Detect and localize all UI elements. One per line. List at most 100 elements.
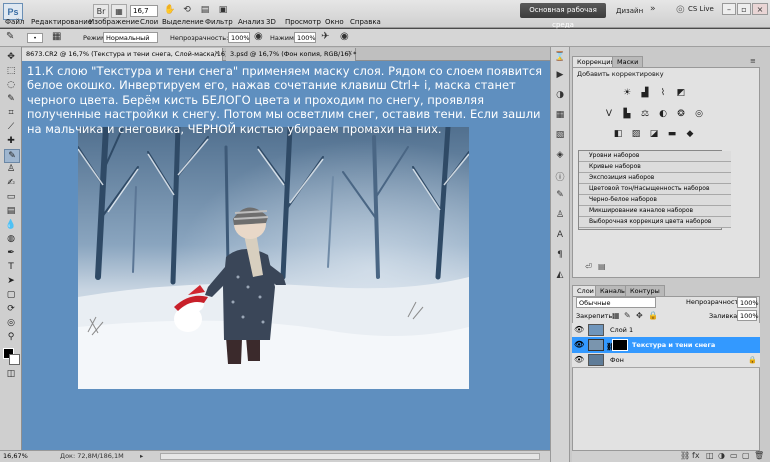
clone-source-panel-icon[interactable]: ♙ bbox=[553, 210, 567, 220]
eraser-tool-icon[interactable]: ▭ bbox=[4, 191, 18, 203]
navigator-panel-icon[interactable]: ◈ bbox=[553, 150, 567, 160]
preset-black-white[interactable]: Черно-белое наборов bbox=[579, 195, 731, 206]
layer-mask-thumbnail[interactable] bbox=[612, 339, 628, 351]
menu-select[interactable]: Выделение bbox=[162, 18, 204, 26]
blend-mode-select[interactable]: Обычные bbox=[576, 297, 656, 308]
airbrush-icon[interactable]: ✈ bbox=[321, 31, 329, 42]
close-tab-icon[interactable]: × bbox=[214, 49, 220, 57]
menu-edit[interactable]: Редактирование bbox=[31, 18, 92, 26]
brush-tool-preset-icon[interactable]: ✎ bbox=[6, 31, 14, 42]
history-panel-icon[interactable]: ⌛ bbox=[553, 50, 567, 64]
brush-size-picker[interactable]: • bbox=[27, 33, 43, 43]
lock-pixels-icon[interactable]: ✎ bbox=[624, 311, 631, 320]
cslive-button[interactable]: CS Live bbox=[688, 5, 714, 13]
horizontal-scrollbar[interactable] bbox=[160, 453, 540, 460]
tablet-pressure-icon[interactable]: ◉ bbox=[340, 31, 349, 42]
hue-saturation-icon[interactable]: ▙ bbox=[621, 108, 633, 120]
path-selection-tool-icon[interactable]: ➤ bbox=[4, 275, 18, 287]
crop-tool-icon[interactable]: ⌗ bbox=[4, 107, 18, 119]
info-panel-icon[interactable]: ⓘ bbox=[553, 170, 567, 183]
swatches-panel-icon[interactable]: ▦ bbox=[553, 110, 567, 120]
document-tab[interactable]: 3.psd @ 16,7% (Фон копия, RGB/16) * bbox=[226, 48, 356, 61]
screen-mode-icon[interactable]: ▣ bbox=[216, 4, 230, 17]
new-adjustment-layer-icon[interactable]: ◑ bbox=[718, 451, 725, 460]
vibrance-icon[interactable]: V bbox=[603, 108, 615, 120]
exposure-icon[interactable]: ◩ bbox=[675, 87, 687, 99]
new-group-icon[interactable]: ▭ bbox=[730, 451, 738, 460]
visibility-eye-icon[interactable]: 👁 bbox=[574, 323, 584, 337]
color-panel-icon[interactable]: ◑ bbox=[553, 90, 567, 100]
menu-layers[interactable]: Слои bbox=[140, 18, 158, 26]
layer-opacity-field[interactable]: 100% bbox=[737, 297, 759, 308]
brightness-contrast-icon[interactable]: ☀ bbox=[621, 87, 633, 99]
hand-icon[interactable]: ✋ bbox=[163, 4, 177, 17]
panel-menu-icon[interactable]: ≡ bbox=[750, 57, 756, 65]
link-layers-icon[interactable]: ⛓ bbox=[680, 451, 690, 460]
close-tab-icon[interactable]: × bbox=[347, 49, 353, 57]
new-layer-icon[interactable]: ▢ bbox=[742, 451, 750, 460]
document-tab-active[interactable]: 8673.CR2 @ 16,7% (Текстура и тени снега,… bbox=[22, 48, 233, 61]
bridge-icon[interactable]: Br bbox=[93, 4, 109, 18]
preset-exposure[interactable]: Экспозиция наборов bbox=[579, 173, 731, 184]
3d-panel-icon[interactable]: ◭ bbox=[553, 270, 567, 280]
menu-image[interactable]: Изображение bbox=[89, 18, 139, 26]
minimize-button[interactable]: – bbox=[722, 3, 736, 15]
preset-hue-saturation[interactable]: Цветовой тон/Насыщенность наборов bbox=[579, 184, 731, 195]
workspace-button[interactable]: Основная рабочая среда bbox=[520, 3, 606, 29]
zoom-tool-icon[interactable]: ⚲ bbox=[4, 331, 18, 343]
status-zoom[interactable]: 16,67% bbox=[3, 451, 28, 462]
character-panel-icon[interactable]: A bbox=[553, 230, 567, 240]
fill-field[interactable]: 100% bbox=[737, 310, 759, 321]
status-menu-arrow-icon[interactable]: ▸ bbox=[140, 451, 143, 462]
invert-icon[interactable]: ◧ bbox=[612, 128, 624, 140]
preset-levels[interactable]: Уровни наборов bbox=[579, 151, 731, 162]
zoom-level-select[interactable]: 16,7 bbox=[130, 5, 158, 17]
gradient-map-icon[interactable]: ▬ bbox=[666, 128, 678, 140]
layer-style-icon[interactable]: fx bbox=[692, 451, 700, 460]
restore-button[interactable]: ▫ bbox=[737, 3, 751, 15]
menu-view[interactable]: Просмотр bbox=[285, 18, 321, 26]
selective-color-icon[interactable]: ◆ bbox=[684, 128, 696, 140]
cslive-icon[interactable]: ◎ bbox=[676, 4, 685, 15]
actions-panel-icon[interactable]: ▶ bbox=[553, 70, 567, 80]
visibility-eye-icon[interactable]: 👁 bbox=[574, 337, 584, 353]
lasso-tool-icon[interactable]: ◌ bbox=[4, 79, 18, 91]
mode-select[interactable]: Нормальный bbox=[103, 32, 158, 43]
minibridge-icon[interactable]: ▦ bbox=[111, 4, 127, 18]
brush-panel-icon[interactable]: ✎ bbox=[553, 190, 567, 200]
preset-curves[interactable]: Кривые наборов bbox=[579, 162, 731, 173]
brush-panel-icon[interactable]: ▦ bbox=[52, 31, 61, 42]
preset-selective-color[interactable]: Выборочная коррекция цвета наборов bbox=[579, 217, 731, 228]
opacity-field[interactable]: 100% bbox=[228, 32, 250, 43]
workspace-more-icon[interactable]: » bbox=[650, 4, 656, 14]
tablet-opacity-icon[interactable]: ◉ bbox=[254, 31, 263, 42]
return-icon[interactable]: ⏎ bbox=[585, 262, 592, 271]
preset-channel-mixer[interactable]: Микширование каналов наборов bbox=[579, 206, 731, 217]
blur-tool-icon[interactable]: 💧 bbox=[4, 219, 18, 231]
tab-masks[interactable]: Маски bbox=[612, 56, 644, 67]
curves-icon[interactable]: ⌇ bbox=[657, 87, 669, 99]
layer-row[interactable]: 👁 Фон 🔒 bbox=[572, 353, 760, 368]
shape-tool-icon[interactable]: ▢ bbox=[4, 289, 18, 301]
gradient-tool-icon[interactable]: ▤ bbox=[4, 205, 18, 217]
quick-selection-tool-icon[interactable]: ✎ bbox=[4, 93, 18, 105]
menu-help[interactable]: Справка bbox=[350, 18, 381, 26]
3d-rotate-tool-icon[interactable]: ⟳ bbox=[4, 303, 18, 315]
clone-stamp-tool-icon[interactable]: ♙ bbox=[4, 163, 18, 175]
menu-analysis[interactable]: Анализ bbox=[238, 18, 264, 26]
color-balance-icon[interactable]: ⚖ bbox=[639, 108, 651, 120]
clip-icon[interactable]: ▤ bbox=[598, 262, 606, 271]
menu-window[interactable]: Окно bbox=[325, 18, 344, 26]
paragraph-panel-icon[interactable]: ¶ bbox=[553, 250, 567, 260]
arrange-documents-icon[interactable]: ▤ bbox=[198, 4, 212, 17]
layer-row[interactable]: 👁 Слой 1 bbox=[572, 323, 760, 338]
black-white-icon[interactable]: ◐ bbox=[657, 108, 669, 120]
lock-all-icon[interactable]: 🔒 bbox=[648, 311, 658, 320]
background-color-swatch[interactable] bbox=[9, 354, 20, 365]
flow-field[interactable]: 100% bbox=[294, 32, 316, 43]
history-brush-tool-icon[interactable]: ✍ bbox=[4, 177, 18, 189]
threshold-icon[interactable]: ◪ bbox=[648, 128, 660, 140]
levels-icon[interactable]: ▟ bbox=[639, 87, 651, 99]
menu-filter[interactable]: Фильтр bbox=[205, 18, 233, 26]
visibility-eye-icon[interactable]: 👁 bbox=[574, 353, 584, 367]
